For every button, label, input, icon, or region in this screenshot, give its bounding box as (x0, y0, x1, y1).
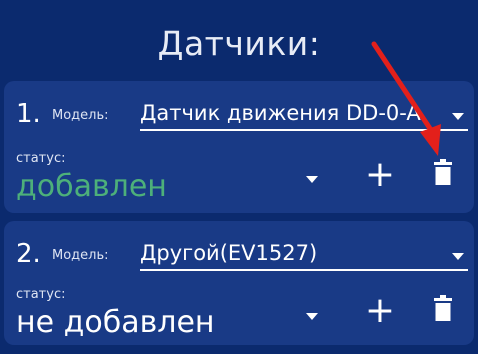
annotation-arrow (371, 41, 441, 156)
